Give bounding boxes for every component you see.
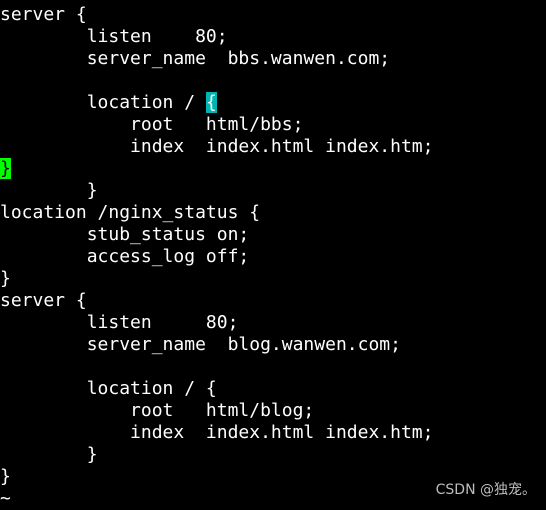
code-text: listen 80;: [0, 26, 228, 47]
code-text: server_name blog.wanwen.com;: [0, 334, 401, 355]
code-text: location /: [0, 92, 206, 113]
code-line[interactable]: index index.html index.htm;: [0, 422, 433, 444]
code-line[interactable]: server_name bbs.wanwen.com;: [0, 48, 433, 70]
code-text: }: [0, 180, 98, 201]
code-line[interactable]: index index.html index.htm;: [0, 136, 433, 158]
vim-editor[interactable]: server { listen 80; server_name bbs.wanw…: [0, 4, 433, 510]
code-text: listen 80;: [0, 312, 239, 333]
code-line[interactable]: listen 80;: [0, 26, 433, 48]
code-text: index index.html index.htm;: [0, 136, 434, 157]
code-line[interactable]: location /nginx_status {: [0, 202, 433, 224]
empty-line-marker: ~: [0, 488, 11, 509]
code-text: location /nginx_status {: [0, 202, 261, 223]
code-line[interactable]: stub_status on;: [0, 224, 433, 246]
code-text: server_name bbs.wanwen.com;: [0, 48, 391, 69]
code-line[interactable]: location / {: [0, 92, 433, 114]
code-line[interactable]: }: [0, 466, 433, 488]
code-line[interactable]: location / {: [0, 378, 433, 400]
code-text: root html/bbs;: [0, 114, 304, 135]
code-text: stub_status on;: [0, 224, 250, 245]
code-text: access_log off;: [0, 246, 250, 267]
code-text: }: [0, 444, 98, 465]
code-line[interactable]: root html/blog;: [0, 400, 433, 422]
code-line[interactable]: }: [0, 268, 433, 290]
code-text: }: [0, 466, 11, 487]
watermark: CSDN @独宠。: [435, 482, 536, 498]
code-line[interactable]: server {: [0, 4, 433, 26]
code-line[interactable]: }: [0, 444, 433, 466]
code-text: index index.html index.htm;: [0, 422, 434, 443]
code-line[interactable]: access_log off;: [0, 246, 433, 268]
code-text: server {: [0, 290, 87, 311]
code-text: }: [0, 268, 11, 289]
code-text: root html/blog;: [0, 400, 315, 421]
matching-bracket: }: [0, 158, 11, 179]
code-line[interactable]: }: [0, 158, 433, 180]
code-line[interactable]: listen 80;: [0, 312, 433, 334]
code-line[interactable]: server_name blog.wanwen.com;: [0, 334, 433, 356]
code-line[interactable]: [0, 70, 433, 92]
code-line[interactable]: server {: [0, 290, 433, 312]
code-text: location / {: [0, 378, 217, 399]
cursor: {: [205, 92, 217, 113]
code-line[interactable]: root html/bbs;: [0, 114, 433, 136]
code-line[interactable]: [0, 356, 433, 378]
code-text: server {: [0, 4, 87, 25]
code-line[interactable]: }: [0, 180, 433, 202]
